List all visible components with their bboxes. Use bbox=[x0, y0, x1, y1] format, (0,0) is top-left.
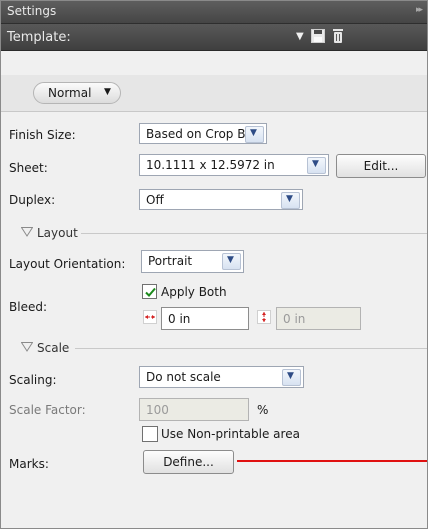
scaling-select[interactable]: Do not scale ▼ bbox=[139, 366, 304, 388]
mode-bar: Normal ▼ bbox=[1, 75, 427, 112]
layout-section-title: Layout bbox=[37, 226, 78, 240]
scale-factor-input: 100 bbox=[139, 398, 249, 421]
template-label: Template: bbox=[7, 30, 71, 45]
trash-icon[interactable] bbox=[333, 29, 343, 43]
double-chevron-right-icon[interactable]: ▸▸ bbox=[416, 5, 423, 15]
layout-orientation-label: Layout Orientation: bbox=[9, 257, 126, 271]
sheet-select[interactable]: 10.1111 x 12.5972 in ▼ bbox=[139, 154, 329, 176]
layout-orientation-select[interactable]: Portrait ▼ bbox=[141, 250, 244, 273]
sheet-value: 10.1111 x 12.5972 in bbox=[146, 158, 275, 172]
duplex-label: Duplex: bbox=[9, 193, 56, 207]
bleed-horizontal-value: 0 in bbox=[168, 312, 191, 326]
apply-both-checkbox[interactable] bbox=[142, 284, 157, 299]
sheet-edit-button[interactable]: Edit... bbox=[336, 154, 426, 178]
finish-size-select[interactable]: Based on Crop Box ▼ bbox=[139, 123, 267, 144]
non-printable-checkbox[interactable] bbox=[142, 426, 158, 442]
mode-label: Normal bbox=[48, 86, 92, 100]
sheet-label: Sheet: bbox=[9, 161, 48, 175]
collapse-triangle-icon bbox=[21, 227, 33, 237]
marks-label: Marks: bbox=[9, 457, 49, 471]
scaling-label: Scaling: bbox=[9, 373, 57, 387]
collapse-triangle-icon bbox=[21, 342, 33, 352]
settings-panel: Settings ▸▸ Template: ▼ Normal ▼ Finish … bbox=[0, 0, 428, 529]
chevron-down-icon: ▼ bbox=[307, 157, 326, 174]
bleed-label: Bleed: bbox=[9, 300, 47, 314]
triangle-down-icon[interactable]: ▼ bbox=[296, 31, 304, 42]
chevron-down-icon: ▼ bbox=[104, 87, 111, 97]
duplex-select[interactable]: Off ▼ bbox=[139, 189, 303, 210]
finish-size-value: Based on Crop Box bbox=[146, 127, 260, 141]
finish-size-label: Finish Size: bbox=[9, 128, 76, 142]
horizontal-bleed-icon bbox=[143, 310, 157, 324]
panel-title-bar: Settings ▸▸ bbox=[1, 1, 427, 24]
checkmark-icon bbox=[145, 287, 156, 297]
bleed-vertical-value: 0 in bbox=[283, 312, 306, 326]
non-printable-label: Use Non-printable area bbox=[161, 427, 300, 441]
template-bar: Template: ▼ bbox=[1, 24, 427, 51]
mode-dropdown[interactable]: Normal ▼ bbox=[33, 82, 121, 104]
panel-title: Settings bbox=[7, 4, 57, 18]
layout-orientation-value: Portrait bbox=[148, 254, 193, 268]
scale-factor-value: 100 bbox=[146, 403, 169, 417]
vertical-bleed-icon bbox=[257, 310, 271, 324]
chevron-down-icon: ▼ bbox=[245, 126, 264, 143]
marks-define-button[interactable]: Define... bbox=[143, 450, 234, 474]
duplex-value: Off bbox=[146, 193, 164, 207]
chevron-down-icon: ▼ bbox=[222, 253, 241, 270]
scale-factor-label: Scale Factor: bbox=[9, 403, 86, 417]
apply-both-label: Apply Both bbox=[161, 285, 227, 299]
chevron-down-icon: ▼ bbox=[281, 192, 300, 209]
bleed-horizontal-input[interactable]: 0 in bbox=[161, 307, 249, 330]
floppy-disk-icon[interactable] bbox=[311, 29, 325, 43]
bleed-vertical-input: 0 in bbox=[276, 307, 361, 330]
scaling-value: Do not scale bbox=[146, 370, 221, 384]
chevron-down-icon: ▼ bbox=[282, 369, 301, 386]
layout-divider bbox=[81, 233, 427, 234]
scale-factor-unit: % bbox=[257, 403, 269, 417]
scale-section-title: Scale bbox=[37, 341, 70, 355]
scale-divider bbox=[75, 348, 427, 349]
annotation-red-line bbox=[237, 460, 427, 462]
